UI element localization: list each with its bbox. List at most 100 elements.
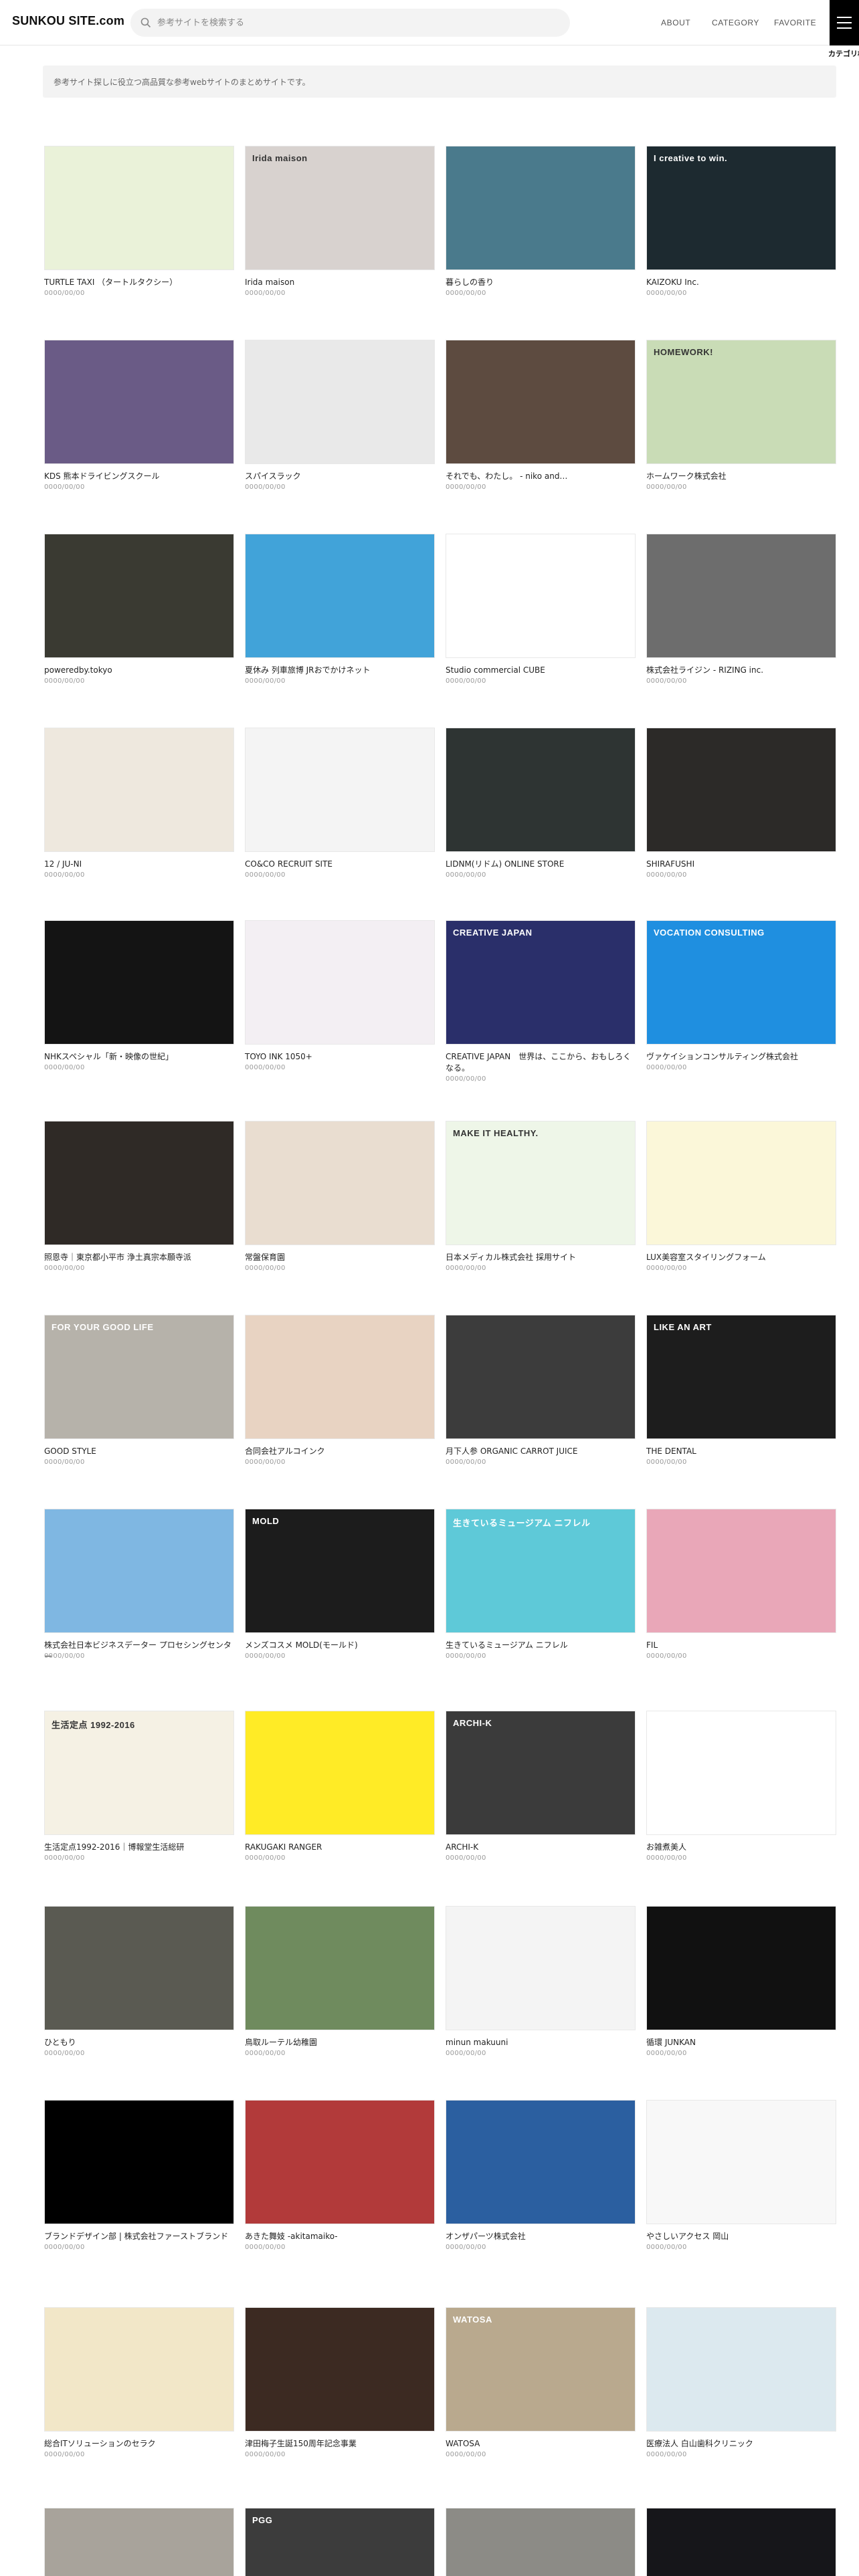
site-card-title[interactable]: 月下人参 ORGANIC CARROT JUICE <box>446 1446 636 1457</box>
site-thumbnail[interactable] <box>245 2307 435 2432</box>
site-card-title[interactable]: ひともり <box>44 2037 234 2048</box>
site-card-title[interactable]: ホームワーク株式会社 <box>646 471 836 482</box>
site-card-title[interactable]: ヴァケイションコンサルティング株式会社 <box>646 1051 836 1063</box>
site-thumbnail[interactable] <box>646 1711 836 1835</box>
site-thumbnail[interactable]: I creative to win. <box>646 146 836 270</box>
site-card-title[interactable]: LIDNM(リドム) ONLINE STORE <box>446 859 636 870</box>
site-thumbnail[interactable] <box>446 728 636 852</box>
site-card-title[interactable]: Studio commercial CUBE <box>446 665 636 676</box>
site-logo[interactable]: SUNKOU SITE.com <box>12 14 124 28</box>
site-thumbnail[interactable] <box>446 146 636 270</box>
site-thumbnail[interactable]: CREATIVE JAPAN <box>446 920 636 1045</box>
site-thumbnail[interactable]: VOCATION CONSULTING <box>646 920 836 1045</box>
site-card-title[interactable]: 合同会社アルコインク <box>245 1446 435 1457</box>
site-thumbnail[interactable] <box>44 146 234 270</box>
site-thumbnail[interactable] <box>646 2508 836 2576</box>
site-thumbnail[interactable] <box>44 1509 234 1633</box>
site-thumbnail[interactable]: PGG <box>245 2508 435 2576</box>
nav-about[interactable]: ABOUT <box>661 18 690 27</box>
site-thumbnail[interactable] <box>446 2100 636 2224</box>
site-card-title[interactable]: 循環 JUNKAN <box>646 2037 836 2048</box>
search-input[interactable] <box>157 15 559 30</box>
site-thumbnail[interactable]: HOMEWORK! <box>646 340 836 464</box>
site-thumbnail[interactable] <box>245 1711 435 1835</box>
site-card-title[interactable]: ARCHI-K <box>446 1842 636 1853</box>
site-thumbnail[interactable] <box>44 1906 234 2030</box>
site-thumbnail[interactable] <box>446 534 636 658</box>
site-card-title[interactable]: 常盤保育園 <box>245 1252 435 1263</box>
site-thumbnail[interactable]: WATOSA <box>446 2307 636 2432</box>
site-card-title[interactable]: poweredby.tokyo <box>44 665 234 676</box>
site-thumbnail[interactable] <box>245 340 435 464</box>
site-card-title[interactable]: KAIZOKU Inc. <box>646 277 836 288</box>
site-card-title[interactable]: 12 / JU-NI <box>44 859 234 870</box>
site-card-title[interactable]: 株式会社ライジン - RIZING inc. <box>646 665 836 676</box>
site-thumbnail[interactable] <box>446 2508 636 2576</box>
site-card-title[interactable]: お雑煮美人 <box>646 1842 836 1853</box>
search-box[interactable] <box>130 9 570 37</box>
site-thumbnail[interactable] <box>44 728 234 852</box>
site-thumbnail[interactable]: LIKE AN ART <box>646 1315 836 1439</box>
site-card-title[interactable]: FIL <box>646 1640 836 1651</box>
site-card-title[interactable]: 日本メディカル株式会社 採用サイト <box>446 1252 636 1263</box>
site-card-title[interactable]: minun makuuni <box>446 2037 636 2048</box>
site-card-title[interactable]: あきた舞妓 -akitamaiko- <box>245 2231 435 2242</box>
site-thumbnail[interactable]: FOR YOUR GOOD LIFE <box>44 1315 234 1439</box>
site-thumbnail[interactable] <box>646 1121 836 1245</box>
site-card-title[interactable]: やさしいアクセス 岡山 <box>646 2231 836 2242</box>
site-card-title[interactable]: 津田梅子生誕150周年記念事業 <box>245 2438 435 2450</box>
site-thumbnail[interactable] <box>44 340 234 464</box>
site-card-title[interactable]: CREATIVE JAPAN 世界は、ここから、おもしろくなる。 <box>446 1051 636 1074</box>
site-card-title[interactable]: 医療法人 白山歯科クリニック <box>646 2438 836 2450</box>
site-card-title[interactable]: 暮らしの香り <box>446 277 636 288</box>
nav-category[interactable]: CATEGORY <box>712 18 759 27</box>
site-thumbnail[interactable]: 生活定点 1992-2016 <box>44 1711 234 1835</box>
site-card-title[interactable]: LUX美容室スタイリングフォーム <box>646 1252 836 1263</box>
site-card-title[interactable]: 総合ITソリューションのセラク <box>44 2438 234 2450</box>
nav-favorite[interactable]: FAVORITE <box>774 18 816 27</box>
site-card-title[interactable]: TOYO INK 1050+ <box>245 1051 435 1063</box>
site-card-title[interactable]: 生きているミュージアム ニフレル <box>446 1640 636 1651</box>
site-card-title[interactable]: TURTLE TAXI （タートルタクシー） <box>44 277 234 288</box>
site-card-title[interactable]: GOOD STYLE <box>44 1446 234 1457</box>
site-thumbnail[interactable] <box>446 1315 636 1439</box>
site-thumbnail[interactable] <box>245 2100 435 2224</box>
site-thumbnail[interactable]: ARCHI-K <box>446 1711 636 1835</box>
site-card-title[interactable]: RAKUGAKI RANGER <box>245 1842 435 1853</box>
site-card-title[interactable]: 照恩寺｜東京都小平市 浄土真宗本願寺派 <box>44 1252 234 1263</box>
site-card-title[interactable]: スパイスラック <box>245 471 435 482</box>
site-thumbnail[interactable] <box>245 920 435 1045</box>
site-thumbnail[interactable] <box>245 534 435 658</box>
site-card-title[interactable]: NHKスペシャル「新・映像の世紀」 <box>44 1051 234 1063</box>
site-card-title[interactable]: Irida maison <box>245 277 435 288</box>
category-search-label[interactable]: カテゴリ検索 <box>828 48 859 59</box>
site-card-title[interactable]: CO&CO RECRUIT SITE <box>245 859 435 870</box>
site-thumbnail[interactable]: 生きているミュージアム ニフレル <box>446 1509 636 1633</box>
site-thumbnail[interactable] <box>646 2307 836 2432</box>
site-thumbnail[interactable] <box>44 2307 234 2432</box>
hamburger-menu-button[interactable] <box>830 0 859 45</box>
site-thumbnail[interactable] <box>646 1906 836 2030</box>
site-thumbnail[interactable] <box>245 1315 435 1439</box>
site-thumbnail[interactable] <box>44 534 234 658</box>
site-thumbnail[interactable] <box>646 728 836 852</box>
site-card-title[interactable]: オンザパーツ株式会社 <box>446 2231 636 2242</box>
site-thumbnail[interactable] <box>646 1509 836 1633</box>
site-thumbnail[interactable] <box>245 728 435 852</box>
site-thumbnail[interactable] <box>646 534 836 658</box>
site-card-title[interactable]: KDS 熊本ドライビングスクール <box>44 471 234 482</box>
site-card-title[interactable]: ブランドデザイン部 | 株式会社ファーストブランド <box>44 2231 234 2242</box>
site-card-title[interactable]: 生活定点1992-2016｜博報堂生活総研 <box>44 1842 234 1853</box>
site-thumbnail[interactable] <box>245 1906 435 2030</box>
site-thumbnail[interactable] <box>44 2100 234 2224</box>
site-card-title[interactable]: WATOSA <box>446 2438 636 2450</box>
site-card-title[interactable]: SHIRAFUSHI <box>646 859 836 870</box>
site-card-title[interactable]: 鳥取ルーテル幼稚園 <box>245 2037 435 2048</box>
site-thumbnail[interactable]: Irida maison <box>245 146 435 270</box>
site-card-title[interactable]: それでも、わたし。 - niko and… <box>446 471 636 482</box>
site-card-title[interactable]: メンズコスメ MOLD(モールド) <box>245 1640 435 1651</box>
site-thumbnail[interactable] <box>44 920 234 1045</box>
site-thumbnail[interactable] <box>446 1906 636 2030</box>
site-thumbnail[interactable]: MAKE IT HEALTHY. <box>446 1121 636 1245</box>
site-thumbnail[interactable] <box>44 2508 234 2576</box>
